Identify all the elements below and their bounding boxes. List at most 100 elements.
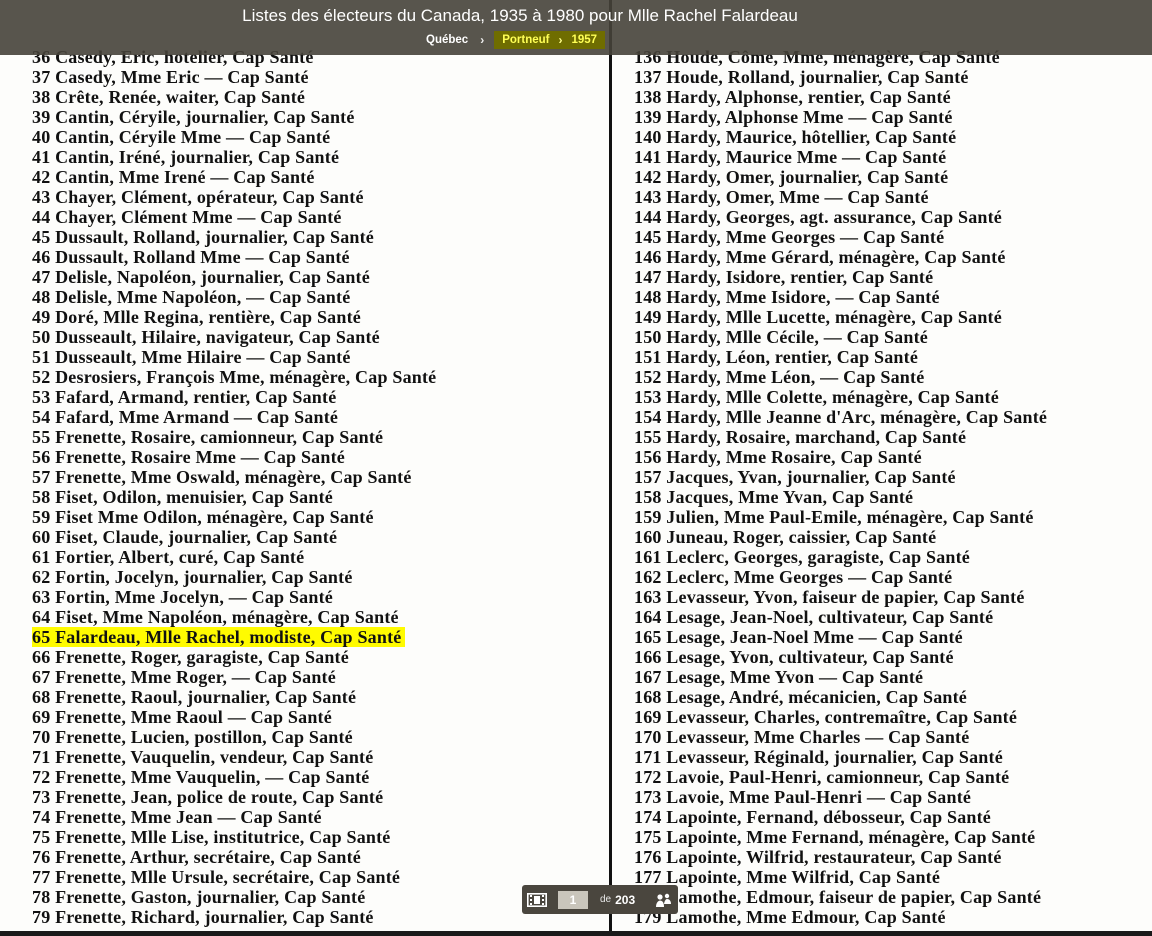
list-item: 151 Hardy, Léon, rentier, Cap Santé (634, 347, 919, 367)
highlighted-entry[interactable]: 65 Falardeau, Mlle Rachel, modiste, Cap … (32, 627, 406, 647)
list-item: 179 Lamothe, Mme Edmour, Cap Santé (634, 907, 946, 927)
list-item: 143 Hardy, Omer, Mme — Cap Santé (634, 187, 929, 207)
list-item: 52 Desrosiers, François Mme, ménagère, C… (32, 367, 437, 387)
list-item: 160 Juneau, Roger, caissier, Cap Santé (634, 527, 937, 547)
left-column: 36 Casedy, Eric, hotelier, Cap Santé 37 … (32, 47, 592, 927)
list-item: 62 Fortin, Jocelyn, journalier, Cap Sant… (32, 567, 353, 587)
list-item: 68 Frenette, Raoul, journalier, Cap Sant… (32, 687, 357, 707)
list-item: 49 Doré, Mlle Regina, rentière, Cap Sant… (32, 307, 361, 327)
list-item: 164 Lesage, Jean-Noel, cultivateur, Cap … (634, 607, 994, 627)
list-item: 175 Lapointe, Mme Fernand, ménagère, Cap… (634, 827, 1036, 847)
list-item: 58 Fiset, Odilon, menuisier, Cap Santé (32, 487, 333, 507)
list-item: 172 Lavoie, Paul-Henri, camionneur, Cap … (634, 767, 1010, 787)
list-item: 45 Dussault, Rolland, journalier, Cap Sa… (32, 227, 374, 247)
list-item: 149 Hardy, Mlle Lucette, ménagère, Cap S… (634, 307, 1002, 327)
list-item: 146 Hardy, Mme Gérard, ménagère, Cap San… (634, 247, 1006, 267)
list-item: 64 Fiset, Mme Napoléon, ménagère, Cap Sa… (32, 607, 399, 627)
breadcrumb-year[interactable]: 1957 (571, 34, 597, 46)
share-button[interactable] (650, 885, 678, 914)
list-item: 66 Frenette, Roger, garagiste, Cap Santé (32, 647, 349, 667)
column-divider (609, 0, 612, 936)
page-number-input[interactable]: 1 (558, 890, 588, 909)
list-item: 71 Frenette, Vauquelin, vendeur, Cap San… (32, 747, 374, 767)
breadcrumb: Québec › Portneuf › 1957 (424, 31, 606, 49)
list-item: 176 Lapointe, Wilfrid, restaurateur, Cap… (634, 847, 1002, 867)
list-item: 38 Crête, Renée, waiter, Cap Santé (32, 87, 306, 107)
list-item: 39 Cantin, Céryile, journalier, Cap Sant… (32, 107, 355, 127)
list-item: 51 Dusseault, Mme Hilaire — Cap Santé (32, 347, 351, 367)
list-item: 144 Hardy, Georges, agt. assurance, Cap … (634, 207, 1002, 227)
list-item: 139 Hardy, Alphonse Mme — Cap Santé (634, 107, 953, 127)
total-pages: 203 (615, 892, 636, 907)
list-item: 150 Hardy, Mlle Cécile, — Cap Santé (634, 327, 928, 347)
list-item: 158 Jacques, Mme Yvan, Cap Santé (634, 487, 914, 507)
share-icon (656, 893, 671, 907)
list-item: 67 Frenette, Mme Roger, — Cap Santé (32, 667, 336, 687)
page-bottom-border (0, 931, 1152, 936)
list-item: 141 Hardy, Maurice Mme — Cap Santé (634, 147, 947, 167)
breadcrumb-province[interactable]: Québec (424, 34, 470, 46)
list-item: 174 Lapointe, Fernand, débosseur, Cap Sa… (634, 807, 991, 827)
list-item: 75 Frenette, Mlle Lise, institutrice, Ca… (32, 827, 391, 847)
list-item: 60 Fiset, Claude, journalier, Cap Santé (32, 527, 338, 547)
breadcrumb-current: Portneuf › 1957 (494, 31, 606, 49)
list-item: 157 Jacques, Yvan, journalier, Cap Santé (634, 467, 956, 487)
pager-of-label: de (600, 894, 612, 905)
list-item: 54 Fafard, Mme Armand — Cap Santé (32, 407, 339, 427)
list-item: 59 Fiset Mme Odilon, ménagère, Cap Santé (32, 507, 374, 527)
list-item: 77 Frenette, Mlle Ursule, secrétaire, Ca… (32, 867, 401, 887)
list-item: 61 Fortier, Albert, curé, Cap Santé (32, 547, 305, 567)
list-item: 166 Lesage, Yvon, cultivateur, Cap Santé (634, 647, 954, 667)
list-item: 159 Julien, Mme Paul-Emile, ménagère, Ca… (634, 507, 1034, 527)
list-item: 37 Casedy, Mme Eric — Cap Santé (32, 67, 309, 87)
list-item: 73 Frenette, Jean, police de route, Cap … (32, 787, 384, 807)
chevron-right-icon: › (558, 33, 563, 47)
list-item: 43 Chayer, Clément, opérateur, Cap Santé (32, 187, 364, 207)
list-item: 142 Hardy, Omer, journalier, Cap Santé (634, 167, 949, 187)
list-item: 70 Frenette, Lucien, postillon, Cap Sant… (32, 727, 353, 747)
list-item: 165 Lesage, Jean-Noel Mme — Cap Santé (634, 627, 963, 647)
list-item: 162 Leclerc, Mme Georges — Cap Santé (634, 567, 953, 587)
list-item: 42 Cantin, Mme Irené — Cap Santé (32, 167, 315, 187)
chevron-right-icon: › (480, 33, 485, 47)
list-item: 161 Leclerc, Georges, garagiste, Cap San… (634, 547, 970, 567)
list-item: 50 Dusseault, Hilaire, navigateur, Cap S… (32, 327, 380, 347)
list-item: 154 Hardy, Mlle Jeanne d'Arc, ménagère, … (634, 407, 1048, 427)
filmstrip-button[interactable] (522, 885, 552, 914)
highlighted-entry-row: 65 Falardeau, Mlle Rachel, modiste, Cap … (32, 627, 592, 647)
list-item: 47 Delisle, Napoléon, journalier, Cap Sa… (32, 267, 370, 287)
breadcrumb-district[interactable]: Portneuf (502, 34, 549, 46)
list-item: 171 Levasseur, Réginald, journalier, Cap… (634, 747, 1003, 767)
filmstrip-icon (527, 892, 547, 907)
right-column: 136 Houde, Côme, Mme, ménagère, Cap Sant… (634, 47, 1149, 927)
list-item: 148 Hardy, Mme Isidore, — Cap Santé (634, 287, 940, 307)
list-item: 177 Lapointe, Mme Wilfrid, Cap Santé (634, 867, 941, 887)
page-navigator: 1 de 203 (522, 885, 678, 914)
list-item: 169 Levasseur, Charles, contremaître, Ca… (634, 707, 1018, 727)
list-item: 153 Hardy, Mlle Colette, ménagère, Cap S… (634, 387, 999, 407)
list-item: 155 Hardy, Rosaire, marchand, Cap Santé (634, 427, 967, 447)
list-item: 147 Hardy, Isidore, rentier, Cap Santé (634, 267, 934, 287)
list-item: 152 Hardy, Mme Léon, — Cap Santé (634, 367, 925, 387)
list-item: 48 Delisle, Mme Napoléon, — Cap Santé (32, 287, 351, 307)
list-item: 178 Lamothe, Edmour, faiseur de papier, … (634, 887, 1042, 907)
list-item: 53 Fafard, Armand, rentier, Cap Santé (32, 387, 337, 407)
list-item: 168 Lesage, André, mécanicien, Cap Santé (634, 687, 967, 707)
list-item: 137 Houde, Rolland, journalier, Cap Sant… (634, 67, 969, 87)
list-item: 72 Frenette, Mme Vauquelin, — Cap Santé (32, 767, 370, 787)
list-item: 63 Fortin, Mme Jocelyn, — Cap Santé (32, 587, 333, 607)
list-item: 56 Frenette, Rosaire Mme — Cap Santé (32, 447, 345, 467)
list-item: 140 Hardy, Maurice, hôtellier, Cap Santé (634, 127, 957, 147)
list-item: 44 Chayer, Clément Mme — Cap Santé (32, 207, 342, 227)
list-item: 156 Hardy, Mme Rosaire, Cap Santé (634, 447, 922, 467)
document-viewer: 36 Casedy, Eric, hotelier, Cap Santé 37 … (0, 0, 1152, 936)
list-item: 55 Frenette, Rosaire, camionneur, Cap Sa… (32, 427, 384, 447)
list-item: 79 Frenette, Richard, journalier, Cap Sa… (32, 907, 374, 927)
list-item: 163 Levasseur, Yvon, faiseur de papier, … (634, 587, 1025, 607)
list-item: 78 Frenette, Gaston, journalier, Cap San… (32, 887, 366, 907)
list-item: 167 Lesage, Mme Yvon — Cap Santé (634, 667, 924, 687)
list-item: 74 Frenette, Mme Jean — Cap Santé (32, 807, 322, 827)
list-item: 41 Cantin, Iréné, journalier, Cap Santé (32, 147, 340, 167)
header-bar: Listes des électeurs du Canada, 1935 à 1… (0, 0, 1152, 55)
list-item: 173 Lavoie, Mme Paul-Henri — Cap Santé (634, 787, 972, 807)
